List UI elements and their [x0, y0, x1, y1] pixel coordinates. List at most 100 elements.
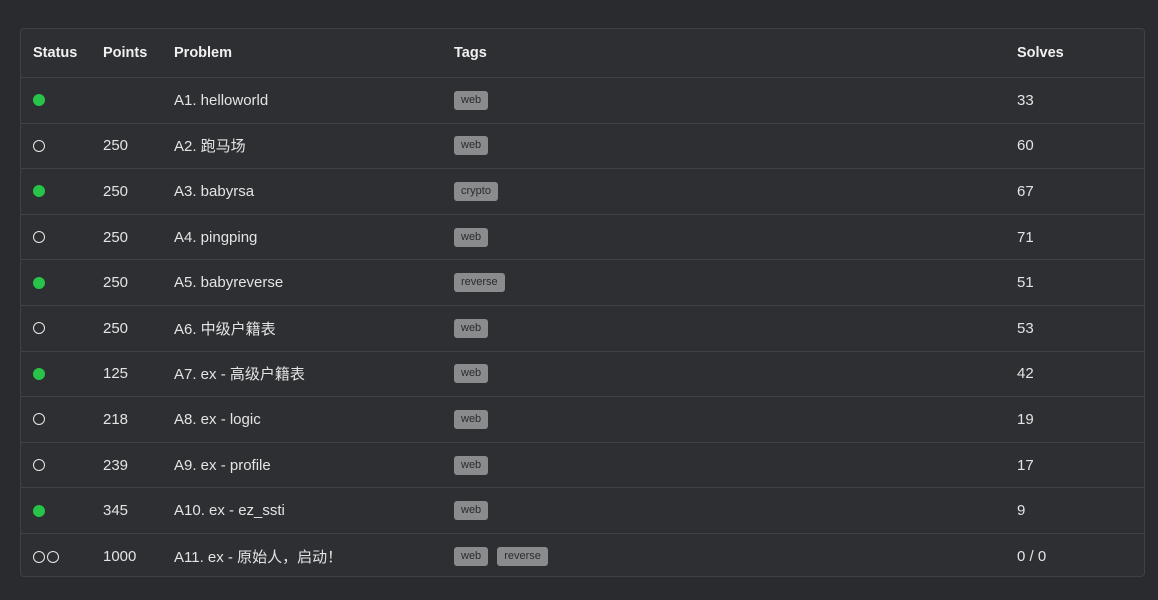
solved-status-icon	[33, 185, 45, 198]
tag-badge[interactable]: crypto	[454, 181, 498, 201]
points-cell: 1000	[103, 548, 137, 566]
points-cell: 239	[103, 456, 129, 474]
solved-status-icon	[33, 94, 45, 107]
tag-badge[interactable]: reverse	[497, 547, 548, 567]
status-indicator	[33, 413, 45, 426]
tag-badge[interactable]: web	[454, 136, 489, 156]
table-body: A1. helloworld web 33 250 A2. 跑马场 web 60 250 A3.…	[21, 78, 1144, 580]
points-cell: 125	[103, 365, 129, 383]
points-cell: 250	[103, 182, 129, 200]
tag-badge[interactable]: web	[454, 318, 489, 338]
tags-cell: crypto	[454, 169, 498, 214]
problem-link[interactable]: A11. ex - 原始人，启动！	[174, 534, 342, 580]
status-cell	[33, 169, 45, 214]
solves-cell: 33	[1017, 91, 1034, 109]
problem-link[interactable]: A6. 中级户籍表	[174, 306, 276, 351]
status-cell	[33, 534, 59, 580]
status-cell	[33, 78, 45, 123]
status-indicator	[33, 550, 59, 563]
problem-link[interactable]: A4. pingping	[174, 215, 257, 260]
tags-cell: web	[454, 306, 489, 351]
status-indicator	[33, 504, 45, 517]
status-indicator	[33, 459, 45, 472]
header-tags: Tags	[454, 45, 487, 61]
solved-status-icon	[33, 367, 45, 380]
status-indicator	[33, 276, 45, 289]
tag-badge[interactable]: web	[454, 547, 489, 567]
solves-cell: 51	[1017, 274, 1034, 292]
table-row[interactable]: A1. helloworld web 33	[21, 78, 1144, 124]
tag-badge[interactable]: web	[454, 501, 489, 521]
problem-link[interactable]: A3. babyrsa	[174, 169, 254, 214]
problem-link[interactable]: A9. ex - profile	[174, 443, 271, 488]
problem-link[interactable]: A5. babyreverse	[174, 260, 283, 305]
tags-cell: web	[454, 78, 489, 123]
tag-badge[interactable]: web	[454, 409, 489, 429]
problem-link[interactable]: A8. ex - logic	[174, 397, 261, 442]
points-cell: 250	[103, 274, 129, 292]
problem-link[interactable]: A1. helloworld	[174, 78, 268, 123]
status-cell	[33, 215, 45, 260]
table-row[interactable]: 250 A2. 跑马场 web 60	[21, 124, 1144, 170]
unsolved-status-icon	[33, 459, 45, 472]
status-indicator	[33, 231, 45, 244]
points-cell: 250	[103, 228, 129, 246]
table-row[interactable]: 125 A7. ex - 高级户籍表 web 42	[21, 352, 1144, 398]
tag-badge[interactable]: web	[454, 455, 489, 475]
solves-cell: 19	[1017, 410, 1034, 428]
tags-cell: web	[454, 215, 489, 260]
tags-cell: web	[454, 124, 489, 169]
unsolved-status-icon	[33, 550, 45, 563]
table-row[interactable]: 250 A5. babyreverse reverse 51	[21, 260, 1144, 306]
status-cell	[33, 397, 45, 442]
points-cell: 250	[103, 319, 129, 337]
tag-badge[interactable]: web	[454, 90, 489, 110]
status-indicator	[33, 367, 45, 380]
solves-cell: 0 / 0	[1017, 548, 1047, 566]
tags-cell: web	[454, 443, 489, 488]
table-row[interactable]: 239 A9. ex - profile web 17	[21, 443, 1144, 489]
table-row[interactable]: 218 A8. ex - logic web 19	[21, 397, 1144, 443]
solves-cell: 17	[1017, 456, 1034, 474]
status-cell	[33, 352, 45, 397]
tag-badge[interactable]: web	[454, 227, 489, 247]
tags-cell: web	[454, 488, 489, 533]
header-points[interactable]: Points	[103, 29, 147, 77]
points-cell: 345	[103, 502, 129, 520]
table-row[interactable]: 250 A6. 中级户籍表 web 53	[21, 306, 1144, 352]
status-cell	[33, 124, 45, 169]
status-cell	[33, 260, 45, 305]
status-indicator	[33, 139, 45, 152]
unsolved-status-icon	[47, 550, 59, 563]
solves-cell: 42	[1017, 365, 1034, 383]
table-row[interactable]: 1000 A11. ex - 原始人，启动！ web reverse 0 / 0	[21, 534, 1144, 580]
unsolved-status-icon	[33, 413, 45, 426]
solves-cell: 67	[1017, 182, 1034, 200]
points-cell: 218	[103, 410, 129, 428]
table-row[interactable]: 250 A4. pingping web 71	[21, 215, 1144, 261]
tag-badge[interactable]: web	[454, 364, 489, 384]
status-indicator	[33, 322, 45, 335]
problem-link[interactable]: A10. ex - ez_ssti	[174, 488, 285, 533]
status-cell	[33, 488, 45, 533]
solves-cell: 53	[1017, 319, 1034, 337]
header-solves[interactable]: Solves	[1017, 29, 1064, 77]
status-cell	[33, 443, 45, 488]
problem-link[interactable]: A7. ex - 高级户籍表	[174, 352, 305, 397]
header-status[interactable]: Status	[33, 29, 77, 77]
tags-cell: reverse	[454, 260, 505, 305]
unsolved-status-icon	[33, 139, 45, 152]
tag-badge[interactable]: reverse	[454, 273, 505, 293]
tags-cell: web reverse	[454, 534, 548, 580]
status-cell	[33, 306, 45, 351]
table-row[interactable]: 345 A10. ex - ez_ssti web 9	[21, 488, 1144, 534]
points-cell: 250	[103, 137, 129, 155]
solves-cell: 60	[1017, 137, 1034, 155]
unsolved-status-icon	[33, 231, 45, 244]
header-problem[interactable]: Problem	[174, 29, 232, 77]
tags-cell: web	[454, 397, 489, 442]
problem-link[interactable]: A2. 跑马场	[174, 124, 246, 169]
solved-status-icon	[33, 504, 45, 517]
status-indicator	[33, 185, 45, 198]
table-row[interactable]: 250 A3. babyrsa crypto 67	[21, 169, 1144, 215]
